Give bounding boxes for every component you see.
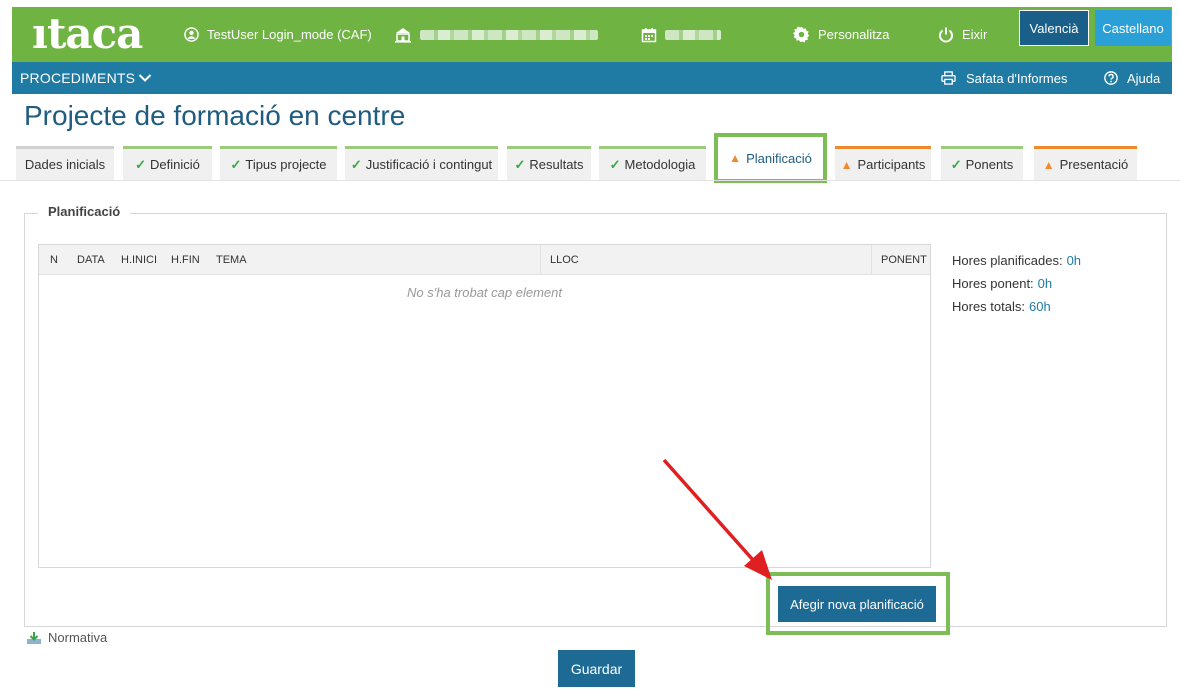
procediments-label: PROCEDIMENTS (20, 70, 136, 86)
safata-informes-link[interactable]: Safata d'Informes (941, 62, 1067, 94)
academic-year-redacted (665, 29, 721, 40)
check-icon: ✓ (609, 156, 621, 172)
page-title: Projecte de formació en centre (24, 100, 406, 131)
tab-justificacio[interactable]: ✓ Justificació i contingut (345, 146, 498, 180)
hores-ponent-value: 0h (1037, 276, 1053, 291)
calendar-icon (641, 27, 657, 43)
column-header-data[interactable]: DATA (77, 245, 105, 275)
hores-totals-value: 60h (1028, 299, 1051, 314)
hores-totals-row: Hores totals: 60h (952, 295, 1081, 318)
empty-table-message: No s'ha trobat cap element (407, 285, 562, 300)
add-planificacio-button[interactable]: Afegir nova planificació (778, 586, 936, 622)
user-menu[interactable]: TestUser Login_mode (CAF) (184, 7, 372, 62)
printer-icon (941, 71, 956, 85)
gear-icon (793, 26, 810, 43)
tab-tipus-projecte[interactable]: ✓ Tipus projecte (220, 146, 337, 180)
top-header-bar: ıtaca TestUser Login_mode (CAF) Personal… (12, 7, 1172, 62)
tab-resultats[interactable]: ✓ Resultats (507, 146, 591, 180)
eixir-label: Eixir (962, 27, 988, 42)
personalitza-button[interactable]: Personalitza (793, 7, 890, 62)
save-button[interactable]: Guardar (558, 650, 635, 687)
check-icon: ✓ (514, 156, 526, 172)
center-selector[interactable] (394, 7, 598, 62)
hores-ponent-label: Hores ponent: (952, 276, 1034, 291)
tab-participants[interactable]: ▲ Participants (835, 146, 931, 180)
tab-label: Planificació (746, 150, 812, 166)
procediments-menubar: PROCEDIMENTS Safata d'Informes Ajuda (12, 62, 1172, 94)
column-header-ponent[interactable]: PONENT (871, 245, 927, 275)
tab-label: Presentació (1059, 157, 1129, 172)
ajuda-link[interactable]: Ajuda (1104, 62, 1160, 94)
hores-ponent-row: Hores ponent: 0h (952, 272, 1081, 295)
user-icon (184, 27, 199, 42)
hours-summary: Hores planificades: 0h Hores ponent: 0h Ho… (952, 249, 1081, 318)
hores-planificades-value: 0h (1066, 253, 1082, 268)
check-icon: ✓ (135, 156, 147, 172)
check-icon: ✓ (950, 156, 962, 172)
tab-metodologia[interactable]: ✓ Metodologia (599, 146, 706, 180)
hores-planificades-label: Hores planificades: (952, 253, 1063, 268)
tab-presentacio[interactable]: ▲ Presentació (1034, 146, 1137, 180)
tab-label: Resultats (529, 157, 584, 172)
safata-label: Safata d'Informes (966, 70, 1068, 86)
personalitza-label: Personalitza (818, 27, 890, 42)
eixir-button[interactable]: Eixir (938, 7, 987, 62)
table-header: N DATA H.INICI H.FIN TEMA LLOC PONENT (39, 245, 930, 275)
section-legend: Planificació (38, 204, 131, 219)
tab-planificacio[interactable]: ▲ Planificació (714, 133, 827, 183)
center-name-redacted (420, 29, 598, 40)
column-header-n[interactable]: N (50, 245, 58, 275)
tab-label: Participants (857, 157, 926, 172)
tab-label: Metodologia (624, 157, 696, 172)
tab-dades-inicials[interactable]: Dades inicials (16, 146, 114, 180)
planificacio-table: N DATA H.INICI H.FIN TEMA LLOC PONENT No… (38, 244, 931, 568)
ajuda-label: Ajuda (1127, 70, 1161, 86)
check-icon: ✓ (230, 156, 242, 172)
tabs-divider (0, 180, 1180, 181)
normativa-label: Normativa (48, 630, 108, 645)
column-header-hfin[interactable]: H.FIN (171, 245, 200, 275)
procediments-menu[interactable]: PROCEDIMENTS (20, 62, 152, 94)
lang-castellano-button[interactable]: Castellano (1095, 10, 1171, 46)
tab-label: Ponents (965, 157, 1014, 172)
user-label: TestUser Login_mode (CAF) (207, 27, 372, 42)
tab-ponents[interactable]: ✓ Ponents (941, 146, 1023, 180)
check-icon: ✓ (350, 156, 362, 172)
column-header-tema[interactable]: TEMA (216, 245, 247, 275)
tab-label: Tipus projecte (245, 157, 327, 172)
hores-planificades-row: Hores planificades: 0h (952, 249, 1081, 272)
help-icon (1104, 71, 1118, 85)
normativa-link[interactable]: Normativa (26, 630, 107, 645)
academic-year-selector[interactable] (641, 7, 721, 62)
tab-label: Dades inicials (24, 157, 106, 172)
lang-valencia-button[interactable]: Valencià (1019, 10, 1089, 46)
tab-label: Justificació i contingut (365, 157, 493, 172)
tab-label: Definició (150, 157, 200, 172)
warning-icon: ▲ (1042, 157, 1055, 172)
warning-icon: ▲ (729, 151, 742, 165)
warning-icon: ▲ (840, 157, 853, 172)
hores-totals-label: Hores totals: (952, 299, 1025, 314)
column-header-lloc[interactable]: LLOC (540, 245, 579, 275)
download-icon (26, 631, 42, 645)
column-header-hinici[interactable]: H.INICI (121, 245, 157, 275)
step-tabs: Dades inicials ✓ Definició ✓ Tipus project… (16, 133, 1176, 183)
chevron-down-icon (138, 73, 152, 83)
itaca-logo[interactable]: ıtaca (32, 11, 143, 57)
tab-definicio[interactable]: ✓ Definició (123, 146, 212, 180)
school-building-icon (394, 27, 412, 43)
power-icon (938, 27, 954, 43)
